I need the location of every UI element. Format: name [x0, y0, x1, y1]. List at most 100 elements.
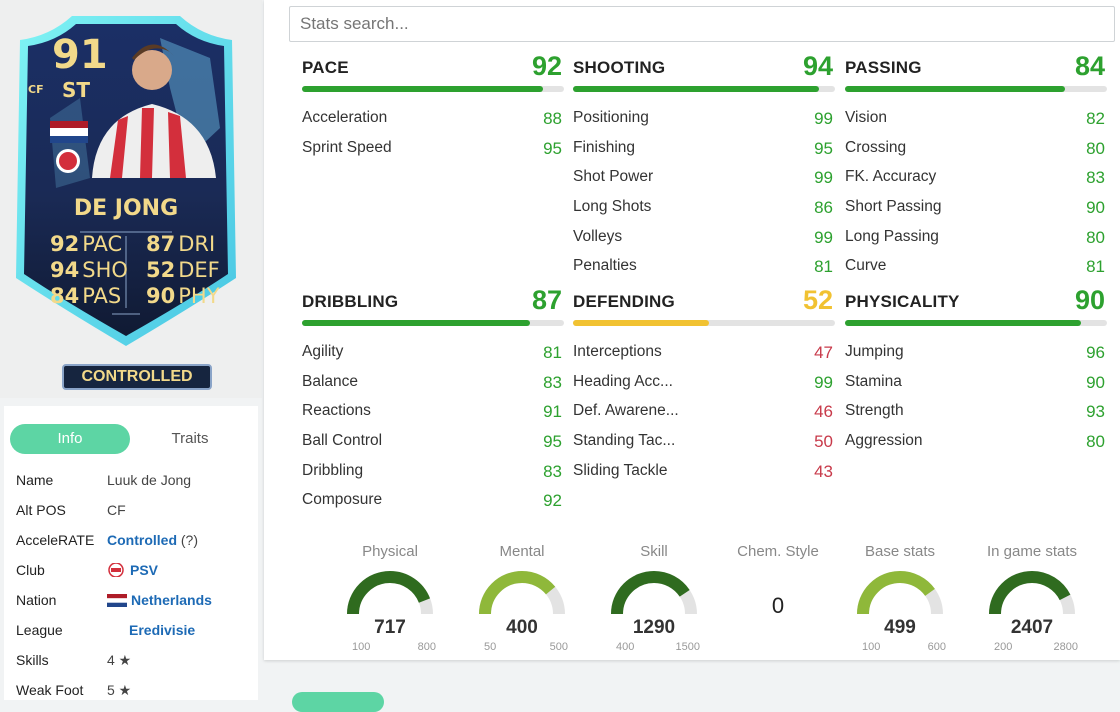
stat-value: 99 [814, 109, 833, 128]
stat-row[interactable]: Reactions 91 [302, 402, 564, 432]
card-rating: 91 [52, 32, 108, 78]
category-shooting: SHOOTING 94 Positioning 99 Finishing 95 Shot P… [573, 51, 835, 287]
stat-row[interactable]: Balance 83 [302, 373, 564, 403]
stat-name: Vision [845, 109, 887, 126]
summary-in-game-stats: In game stats 2407 200 2800 [972, 543, 1092, 653]
category-dribbling: DRIBBLING 87 Agility 81 Balance 83 Reactions 91… [302, 285, 564, 521]
category-name: PACE [302, 58, 349, 77]
info-row-skills: Skills 4 ★ [16, 652, 256, 672]
card-stat-pac: 92 PAC [50, 232, 123, 256]
stat-value: 83 [543, 372, 562, 392]
tab-traits[interactable]: Traits [130, 424, 250, 454]
info-row-club: Club PSV [16, 562, 256, 582]
card-stat-phy: 90 PHY [146, 284, 220, 308]
stat-row[interactable]: Dribbling 83 [302, 462, 564, 492]
stat-value: 88 [543, 109, 562, 128]
stat-row[interactable]: Short Passing 90 [845, 198, 1107, 228]
gauge-value: 717 [374, 617, 406, 638]
stat-row[interactable]: Agility 81 [302, 343, 564, 373]
stat-row[interactable]: Interceptions 47 [573, 343, 835, 373]
summary-title: In game stats [986, 543, 1078, 560]
category-header: SHOOTING 94 [573, 51, 835, 84]
gauge: 1290 400 1500 [594, 565, 714, 653]
stat-value: 96 [1086, 343, 1105, 362]
stat-name: Crossing [845, 138, 907, 156]
category-name: PHYSICALITY [845, 292, 960, 311]
club-link[interactable]: PSV [130, 562, 158, 578]
stat-name: Finishing [573, 138, 636, 156]
gauge-max: 500 [549, 641, 568, 653]
player-card[interactable]: 91 ST CF DE JONG 92 PAC 94 SHO 84 PAS 87 DRI… [10, 8, 242, 358]
accelerate-link[interactable]: Controlled [107, 532, 177, 548]
stat-value: 47 [814, 343, 833, 362]
accelerate-help[interactable]: (?) [177, 532, 198, 548]
info-row-accelerate: AcceleRATE Controlled (?) [16, 532, 256, 552]
stat-row[interactable]: Penalties 81 [573, 257, 835, 287]
category-header: PACE 92 [302, 51, 564, 84]
stat-row[interactable]: Aggression 80 [845, 432, 1107, 462]
category-name: PASSING [845, 58, 922, 77]
stat-value: 95 [543, 138, 562, 158]
stat-row[interactable]: Strength 93 [845, 402, 1107, 432]
gauge-arc [479, 571, 565, 615]
stat-row[interactable]: Acceleration 88 [302, 109, 564, 139]
stat-row[interactable]: Composure 92 [302, 491, 564, 521]
stat-row[interactable]: Heading Acc... 99 [573, 373, 835, 403]
stat-name: FK. Accuracy [845, 168, 937, 186]
stat-row[interactable]: Long Passing 80 [845, 228, 1107, 258]
gauge-value: 1290 [632, 617, 676, 638]
card-alt-position: CF [28, 83, 44, 96]
tab-info[interactable]: Info [10, 424, 130, 454]
summary-physical: Physical 717 100 800 [330, 543, 450, 653]
category-bar-fill [302, 320, 530, 326]
stat-row[interactable]: Shot Power 99 [573, 168, 835, 198]
summary-mental: Mental 400 50 500 [462, 543, 582, 653]
info-label: Alt POS [16, 502, 66, 518]
stat-row[interactable]: Sprint Speed 95 [302, 139, 564, 169]
stat-name: Penalties [573, 257, 637, 275]
stat-name: Acceleration [302, 109, 388, 126]
category-value: 94 [802, 51, 833, 81]
stat-row[interactable]: Crossing 80 [845, 139, 1107, 169]
info-value-wrap: Eredivisie [107, 622, 195, 638]
league-link[interactable]: Eredivisie [129, 622, 195, 638]
stat-row[interactable]: Vision 82 [845, 109, 1107, 139]
stat-row[interactable]: Curve 81 [845, 257, 1107, 287]
stat-name: Def. Awarene... [573, 402, 679, 420]
stat-row[interactable]: Def. Awarene... 46 [573, 402, 835, 432]
bottom-tab-button[interactable] [292, 692, 384, 712]
stat-name: Interceptions [573, 343, 662, 360]
nation-link[interactable]: Netherlands [131, 592, 212, 608]
stat-row[interactable]: Ball Control 95 [302, 432, 564, 462]
stat-row[interactable]: Volleys 99 [573, 228, 835, 258]
gauge: 400 50 500 [462, 565, 582, 653]
gauge-min: 100 [862, 641, 881, 653]
stat-row[interactable]: Finishing 95 [573, 139, 835, 169]
category-header: DRIBBLING 87 [302, 285, 564, 318]
category-defending: DEFENDING 52 Interceptions 47 Heading Acc...… [573, 285, 835, 492]
stat-value: 43 [814, 461, 833, 481]
category-name: DEFENDING [573, 292, 675, 311]
category-pace: PACE 92 Acceleration 88 Sprint Speed 95 [302, 51, 564, 169]
stat-row[interactable]: FK. Accuracy 83 [845, 168, 1107, 198]
gauge-value: 499 [884, 617, 916, 638]
stat-row[interactable]: Long Shots 86 [573, 198, 835, 228]
category-value: 84 [1074, 51, 1105, 81]
stat-value: 80 [1086, 227, 1105, 247]
stats-search-input[interactable] [289, 6, 1115, 42]
category-value: 52 [802, 285, 833, 315]
stat-row[interactable]: Standing Tac... 50 [573, 432, 835, 462]
stat-row[interactable]: Positioning 99 [573, 109, 835, 139]
stat-name: Agility [302, 343, 344, 360]
stat-value: 81 [814, 257, 833, 277]
stat-row[interactable]: Sliding Tackle 43 [573, 462, 835, 492]
category-physicality: PHYSICALITY 90 Jumping 96 Stamina 90 Strength 9… [845, 285, 1107, 462]
stat-row[interactable]: Jumping 96 [845, 343, 1107, 373]
info-label: Name [16, 472, 54, 488]
stat-value: 83 [1086, 168, 1105, 188]
stat-row[interactable]: Stamina 90 [845, 373, 1107, 403]
stat-name: Shot Power [573, 168, 654, 186]
stat-value: 80 [1086, 432, 1105, 452]
info-label: Nation [16, 592, 57, 608]
stat-name: Curve [845, 257, 887, 275]
